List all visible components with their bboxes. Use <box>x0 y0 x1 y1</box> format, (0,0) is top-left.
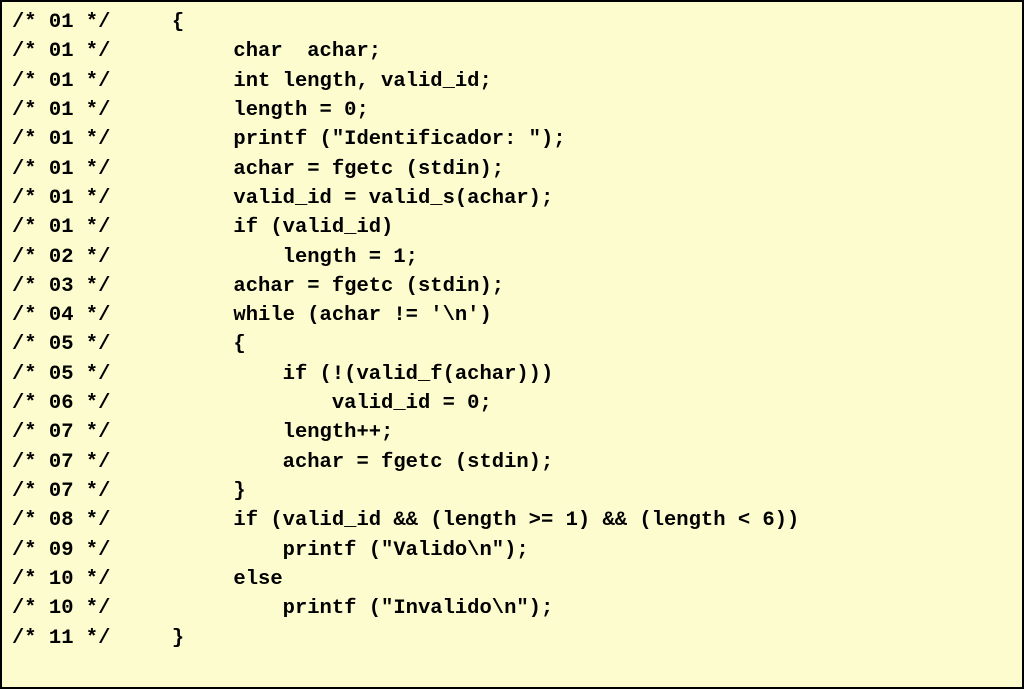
code-line: /* 09 */ printf ("Valido\n"); <box>12 536 1012 565</box>
code-line: /* 01 */ if (valid_id) <box>12 213 1012 242</box>
code-line: /* 05 */ { <box>12 330 1012 359</box>
code-line: /* 08 */ if (valid_id && (length >= 1) &… <box>12 506 1012 535</box>
code-line: /* 01 */ char achar; <box>12 37 1012 66</box>
code-line: /* 04 */ while (achar != '\n') <box>12 301 1012 330</box>
code-line: /* 01 */ achar = fgetc (stdin); <box>12 155 1012 184</box>
code-line: /* 01 */ length = 0; <box>12 96 1012 125</box>
code-line: /* 10 */ else <box>12 565 1012 594</box>
code-line: /* 07 */ achar = fgetc (stdin); <box>12 448 1012 477</box>
code-line: /* 10 */ printf ("Invalido\n"); <box>12 594 1012 623</box>
code-line: /* 02 */ length = 1; <box>12 243 1012 272</box>
code-line: /* 01 */ { <box>12 8 1012 37</box>
code-line: /* 07 */ length++; <box>12 418 1012 447</box>
code-line: /* 11 */ } <box>12 624 1012 653</box>
code-line: /* 05 */ if (!(valid_f(achar))) <box>12 360 1012 389</box>
code-line: /* 07 */ } <box>12 477 1012 506</box>
code-line: /* 01 */ printf ("Identificador: "); <box>12 125 1012 154</box>
code-line: /* 06 */ valid_id = 0; <box>12 389 1012 418</box>
code-block: /* 01 */ {/* 01 */ char achar;/* 01 */ i… <box>0 0 1024 689</box>
code-line: /* 01 */ valid_id = valid_s(achar); <box>12 184 1012 213</box>
code-line: /* 01 */ int length, valid_id; <box>12 67 1012 96</box>
code-line: /* 03 */ achar = fgetc (stdin); <box>12 272 1012 301</box>
